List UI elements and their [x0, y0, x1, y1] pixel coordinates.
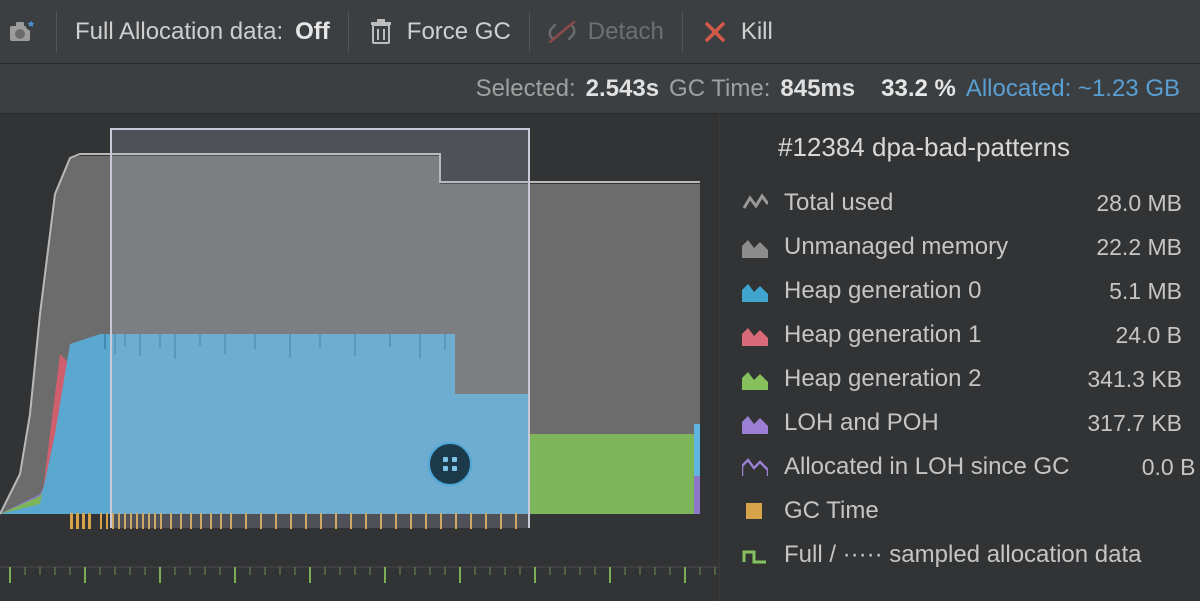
trash-icon — [367, 18, 395, 46]
selected-value: 2.543s — [586, 75, 659, 103]
gc-percent: 33.2 % — [881, 75, 956, 103]
legend-swatch-icon — [742, 368, 768, 390]
detach-label: Detach — [588, 18, 664, 46]
legend-row[interactable]: Total used 28.0 MB — [742, 181, 1182, 225]
legend-label: Heap generation 2 — [784, 365, 1056, 393]
allocated-value: ~1.23 GB — [1078, 75, 1180, 102]
gc-time-label: GC Time: — [669, 75, 770, 103]
legend-label: Total used — [784, 189, 1056, 217]
toolbar: Full Allocation data: Off Force GC Detac… — [0, 0, 1200, 64]
allocation-label: Full Allocation data: — [75, 18, 283, 46]
force-gc-button[interactable]: Force GC — [367, 18, 511, 46]
legend-row[interactable]: Unmanaged memory 22.2 MB — [742, 225, 1182, 269]
legend-label: Heap generation 0 — [784, 277, 1056, 305]
legend-label: LOH and POH — [784, 409, 1056, 437]
legend-value: 22.2 MB — [1072, 234, 1182, 261]
legend-value: 317.7 KB — [1072, 410, 1182, 437]
legend-swatch-icon — [742, 456, 768, 478]
legend-swatch-icon — [742, 412, 768, 434]
allocation-value: Off — [295, 18, 330, 46]
allocated-label: Allocated: — [966, 75, 1071, 102]
detach-button: Detach — [548, 18, 664, 46]
legend-row[interactable]: Heap generation 1 24.0 B — [742, 313, 1182, 357]
legend-row[interactable]: GC Time — [742, 489, 1182, 533]
legend-label: Heap generation 1 — [784, 321, 1056, 349]
detach-icon — [548, 18, 576, 46]
session-title: #12384 dpa-bad-patterns — [742, 124, 1182, 181]
info-bar: Selected: 2.543s GC Time: 845ms 33.2 % A… — [0, 64, 1200, 114]
timeline-ruler[interactable] — [0, 565, 720, 591]
allocation-data-toggle[interactable]: Full Allocation data: Off — [75, 18, 330, 46]
grid-icon — [443, 457, 457, 471]
selected-label: Selected: — [476, 75, 576, 103]
legend-swatch-icon — [742, 544, 768, 566]
legend-panel: #12384 dpa-bad-patterns Total used 28.0 … — [720, 114, 1200, 601]
legend-row[interactable]: Allocated in LOH since GC 0.0 B — [742, 445, 1182, 489]
separator — [529, 12, 530, 52]
legend-swatch-icon — [742, 236, 768, 258]
legend-value: 341.3 KB — [1072, 366, 1182, 393]
legend-value: 0.0 B — [1085, 454, 1195, 481]
legend-row[interactable]: LOH and POH 317.7 KB — [742, 401, 1182, 445]
separator — [682, 12, 683, 52]
chart-marker-button[interactable] — [428, 442, 472, 486]
legend-value: 5.1 MB — [1072, 278, 1182, 305]
legend-label: Allocated in LOH since GC — [784, 453, 1069, 481]
legend-label: Full / ····· sampled allocation data — [784, 541, 1141, 569]
legend-swatch-icon — [742, 324, 768, 346]
legend-swatch-icon — [742, 280, 768, 302]
legend-value: 24.0 B — [1072, 322, 1182, 349]
force-gc-label: Force GC — [407, 18, 511, 46]
kill-label: Kill — [741, 18, 773, 46]
gc-time-value: 845ms — [780, 75, 855, 103]
legend-swatch-icon — [742, 192, 768, 214]
memory-chart[interactable] — [0, 114, 720, 601]
legend-row[interactable]: Full / ····· sampled allocation data — [742, 533, 1182, 577]
separator — [56, 12, 57, 52]
snapshot-settings-icon[interactable] — [8, 17, 38, 47]
separator — [348, 12, 349, 52]
legend-label: GC Time — [784, 497, 1056, 525]
legend-label: Unmanaged memory — [784, 233, 1056, 261]
kill-button[interactable]: Kill — [701, 18, 773, 46]
legend-row[interactable]: Heap generation 0 5.1 MB — [742, 269, 1182, 313]
legend-value: 28.0 MB — [1072, 190, 1182, 217]
legend-swatch-icon — [742, 500, 768, 522]
kill-icon — [701, 18, 729, 46]
main-area: #12384 dpa-bad-patterns Total used 28.0 … — [0, 114, 1200, 601]
allocated-info[interactable]: Allocated: ~1.23 GB — [966, 75, 1180, 103]
legend-row[interactable]: Heap generation 2 341.3 KB — [742, 357, 1182, 401]
